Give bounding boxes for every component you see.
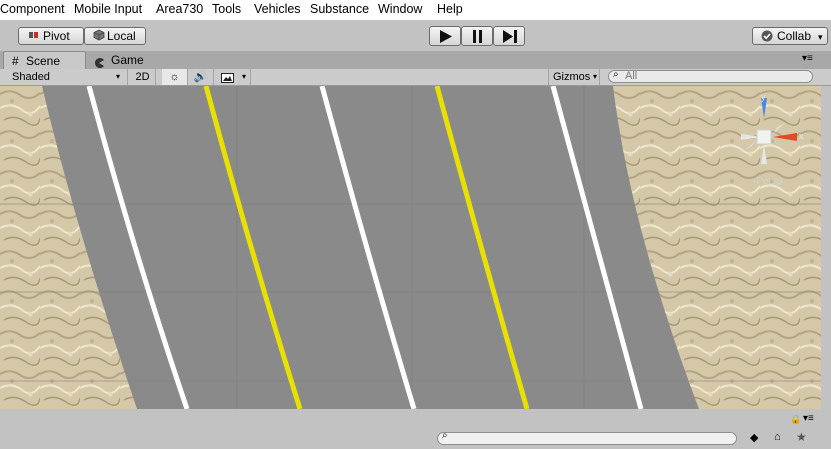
menu-tools[interactable]: Tools	[212, 2, 241, 16]
pivot-button[interactable]: Pivot	[18, 27, 84, 45]
menu-mobile-input[interactable]: Mobile Input	[74, 2, 142, 16]
menu-area730[interactable]: Area730	[156, 2, 203, 16]
project-search-icon: ⌕	[442, 430, 448, 441]
filter-type-icon[interactable]: ◆	[750, 431, 758, 444]
collab-label: Collab	[777, 29, 812, 43]
menu-bar: Component Mobile Input Area730 Tools Veh…	[0, 0, 831, 20]
menu-help[interactable]: Help	[437, 2, 463, 16]
menu-substance[interactable]: Substance	[310, 2, 369, 16]
scene-search-placeholder: All	[625, 70, 638, 82]
effects-dropdown[interactable]: ▾	[216, 69, 251, 85]
play-button[interactable]	[429, 26, 461, 46]
scene-viewport[interactable]: y x ‹Persp	[0, 86, 821, 409]
speaker-icon: 🔊	[193, 71, 208, 83]
tab-scene[interactable]: # Scene	[3, 51, 86, 69]
gizmos-label: Gizmos	[553, 71, 591, 83]
tag-icon[interactable]: ⌂	[774, 431, 781, 443]
hash-icon: #	[12, 54, 19, 68]
tab-game-label: Game	[111, 53, 144, 67]
scene-render	[0, 86, 821, 409]
panel-options-icon[interactable]: ▾≡	[803, 413, 814, 424]
chevron-down-icon: ▾	[116, 72, 121, 81]
menu-window[interactable]: Window	[378, 2, 422, 16]
collab-button[interactable]: Collab ▾	[752, 27, 828, 45]
menu-vehicles[interactable]: Vehicles	[254, 2, 301, 16]
step-icon	[503, 30, 517, 43]
shading-dropdown[interactable]: Shaded ▾	[6, 69, 128, 85]
2d-label: 2D	[135, 71, 150, 83]
local-button[interactable]: Local	[84, 27, 146, 45]
scene-search-input[interactable]: ⌕ All	[608, 69, 813, 83]
pause-icon	[473, 30, 482, 43]
menu-component[interactable]: Component	[0, 2, 65, 16]
orientation-gizmo[interactable]: y x ‹Persp	[733, 92, 813, 192]
pause-button[interactable]	[461, 26, 493, 46]
road-surface	[42, 86, 699, 409]
viewport-scrollbar[interactable]	[821, 86, 831, 409]
lock-icon[interactable]: 🔒	[790, 414, 801, 425]
tab-row: # Scene Game ▾≡	[0, 51, 831, 69]
gizmos-chevron-icon: ▾	[593, 72, 598, 81]
favorite-star-icon[interactable]: ★	[796, 430, 807, 444]
gizmo-projection-label[interactable]: ‹Persp	[753, 176, 782, 187]
collab-dropdown-icon: ▾	[818, 32, 823, 42]
local-cube-icon	[93, 29, 105, 47]
sun-icon: ☼	[169, 71, 180, 83]
lighting-toggle[interactable]: ☼	[162, 69, 188, 85]
tab-game[interactable]: Game	[94, 51, 164, 69]
pivot-label: Pivot	[43, 29, 70, 43]
project-search-input[interactable]: ⌕	[437, 430, 737, 445]
tab-scene-label: Scene	[26, 54, 61, 68]
play-icon	[440, 30, 452, 43]
gizmos-dropdown[interactable]: Gizmos ▾	[548, 69, 600, 85]
shading-label: Shaded	[12, 71, 50, 83]
scene-toolbar: Shaded ▾ 2D ☼ 🔊 ▾ Gizmos ▾ ⌕ All	[0, 69, 831, 86]
bottom-panel: 🔒 ▾≡ ⌕ ◆ ⌂ ★	[0, 409, 831, 449]
audio-toggle[interactable]: 🔊	[188, 69, 214, 85]
search-icon: ⌕	[613, 69, 619, 80]
main-toolbar: Pivot Local Collab ▾	[0, 20, 831, 51]
gizmo-y-label: y	[761, 92, 766, 102]
effects-chevron-icon: ▾	[242, 72, 247, 81]
2d-toggle[interactable]: 2D	[130, 69, 156, 85]
panel-menu-icon[interactable]: ▾≡	[802, 53, 813, 64]
pivot-icon	[28, 29, 40, 47]
local-label: Local	[107, 29, 136, 43]
checkmark-icon	[761, 30, 773, 48]
gizmo-x-label: x	[799, 131, 804, 141]
step-button[interactable]	[493, 26, 525, 46]
